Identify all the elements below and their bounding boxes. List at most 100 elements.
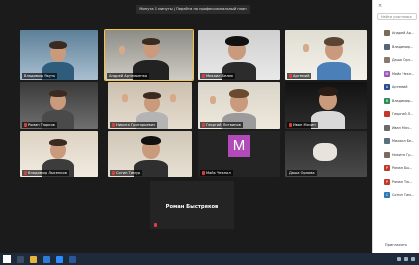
tile-name: Михаил Белик bbox=[206, 74, 234, 78]
participant-label: Даша Орлова bbox=[287, 170, 317, 176]
participant-list-item[interactable]: M Майк Чекп... bbox=[384, 70, 414, 78]
participant-avatar: A bbox=[384, 84, 390, 90]
participant-name: Никита Гр... bbox=[392, 152, 414, 157]
participant-avatar bbox=[384, 30, 390, 36]
participant-label: Андрей Артемьенко bbox=[107, 73, 150, 79]
participant-label: Майк Чекпол bbox=[200, 170, 233, 176]
video-tile[interactable]: Артемий bbox=[285, 30, 367, 80]
muted-icon bbox=[24, 171, 27, 175]
video-tile[interactable]: Георгий Литвинов bbox=[198, 82, 280, 129]
participant-name: Сотин Тим... bbox=[392, 193, 414, 197]
video-tile[interactable]: Роман Тюрков bbox=[20, 82, 98, 129]
participant-avatar bbox=[384, 43, 390, 50]
participant-list-item[interactable]: Иван Мяч... bbox=[384, 124, 412, 132]
video-tile[interactable]: Иван Мячин bbox=[285, 82, 367, 129]
muted-icon bbox=[112, 171, 115, 175]
participant-search-input[interactable]: Найти участника bbox=[377, 13, 417, 20]
participant-list-item[interactable]: A Артемий bbox=[384, 83, 408, 91]
participant-label: Владимир Лысенков bbox=[22, 170, 69, 176]
participant-avatar bbox=[384, 57, 390, 63]
file-explorer-icon[interactable] bbox=[30, 255, 37, 263]
participant-list-item[interactable]: C Сотин Тим... bbox=[384, 191, 414, 199]
tile-name: Майк Чекпол bbox=[206, 171, 231, 175]
tile-name: Даша Орлова bbox=[289, 171, 315, 175]
windows-taskbar bbox=[0, 253, 419, 265]
participant-name: Даша Орл... bbox=[392, 58, 414, 62]
participant-label: Иван Мячин bbox=[287, 122, 318, 128]
muted-icon bbox=[112, 123, 115, 127]
participants-panel: × Найти участника Андрей Ар... Владимир..… bbox=[372, 0, 419, 253]
participant-list-item[interactable]: B Владимир... bbox=[384, 97, 413, 105]
video-tile[interactable]: Даша Орлова bbox=[285, 131, 367, 177]
search-icon[interactable] bbox=[17, 255, 24, 263]
tile-name: Артемий bbox=[293, 74, 310, 78]
muted-icon bbox=[154, 223, 157, 227]
muted-icon bbox=[202, 123, 205, 127]
muted-icon bbox=[289, 123, 292, 127]
muted-icon bbox=[289, 74, 292, 78]
participant-name: Роман Тю... bbox=[392, 179, 413, 184]
participant-label: Никита Григорьевич bbox=[110, 122, 158, 128]
participant-name: Владимир... bbox=[392, 98, 414, 103]
participant-avatar bbox=[384, 138, 390, 144]
participant-name: Иван Мяч... bbox=[392, 125, 413, 130]
participant-avatar bbox=[384, 151, 390, 158]
participant-name: Андрей Ар... bbox=[392, 31, 415, 35]
participant-name: Артемий bbox=[392, 85, 408, 89]
video-tile[interactable]: Сотин Тимур bbox=[108, 131, 192, 177]
participant-list-item[interactable]: Михаил Бе... bbox=[384, 137, 414, 145]
muted-icon bbox=[24, 123, 27, 127]
participant-avatar: P bbox=[384, 178, 390, 185]
participant-list-item[interactable]: Никита Гр... bbox=[384, 151, 414, 159]
speaker-name: Роман Быстряков bbox=[165, 204, 219, 210]
participant-list-item[interactable]: P Роман Бы... bbox=[384, 164, 412, 172]
participant-label: Роман Тюрков bbox=[22, 122, 57, 128]
meeting-banner[interactable]: Минута 1 минуты | Перейти на профессиона… bbox=[136, 5, 250, 14]
tile-name: Никита Григорьевич bbox=[116, 123, 156, 127]
participant-avatar: C bbox=[384, 192, 390, 198]
muted-icon bbox=[202, 171, 205, 175]
video-tile[interactable]: Владимир Лысенков bbox=[20, 131, 98, 177]
participant-name: Роман Бы... bbox=[392, 166, 413, 170]
participant-avatar bbox=[384, 111, 390, 117]
video-tile[interactable]: Никита Григорьевич bbox=[108, 82, 192, 129]
system-tray bbox=[397, 257, 415, 261]
tile-name: Андрей Артемьенко bbox=[109, 74, 148, 78]
participant-label: Владимир Якуть bbox=[22, 73, 58, 79]
participant-name: Михаил Бе... bbox=[392, 139, 415, 143]
video-tile[interactable]: Андрей Артемьенко bbox=[104, 29, 194, 81]
participant-name: Георгий Л... bbox=[392, 112, 414, 116]
zoom-app-icon[interactable] bbox=[56, 255, 63, 263]
participant-avatar: M bbox=[384, 70, 390, 77]
participant-avatar: P bbox=[384, 165, 390, 171]
video-tile[interactable]: Владимир Якуть bbox=[20, 30, 98, 80]
muted-icon bbox=[202, 74, 205, 78]
meeting-area: Минута 1 минуты | Перейти на профессиона… bbox=[0, 0, 372, 253]
word-icon[interactable] bbox=[69, 255, 76, 263]
participant-label bbox=[152, 222, 159, 228]
tile-name: Георгий Литвинов bbox=[206, 123, 241, 127]
participant-name: Владимир... bbox=[392, 44, 414, 49]
participant-list-item[interactable]: Андрей Ар... bbox=[384, 29, 414, 37]
participant-label: Михаил Белик bbox=[200, 73, 236, 79]
participant-name: Майк Чекп... bbox=[392, 71, 415, 76]
video-tile[interactable]: Роман Быстряков bbox=[150, 181, 234, 229]
video-tile[interactable]: M Майк Чекпол bbox=[198, 131, 280, 177]
close-icon[interactable]: × bbox=[378, 4, 383, 9]
participant-list-item[interactable]: P Роман Тю... bbox=[384, 178, 412, 186]
participant-label: Георгий Литвинов bbox=[200, 122, 243, 128]
windows-start-icon[interactable] bbox=[3, 255, 11, 263]
participant-list-item[interactable]: Даша Орл... bbox=[384, 56, 413, 64]
participant-avatar bbox=[384, 124, 390, 131]
participant-label: Артемий bbox=[287, 73, 312, 79]
participant-list-item[interactable]: Георгий Л... bbox=[384, 110, 413, 118]
video-tile[interactable]: Михаил Белик bbox=[198, 30, 280, 80]
participant-list-item[interactable]: Владимир... bbox=[384, 43, 413, 51]
browser-icon[interactable] bbox=[43, 255, 50, 263]
participant-label: Сотин Тимур bbox=[110, 170, 143, 176]
tile-name: Роман Тюрков bbox=[28, 123, 55, 127]
tile-name: Иван Мячин bbox=[293, 123, 316, 127]
invite-button[interactable]: Пригласить bbox=[381, 241, 411, 249]
participant-avatar: B bbox=[384, 97, 390, 104]
tile-name: Владимир Якуть bbox=[24, 74, 56, 78]
